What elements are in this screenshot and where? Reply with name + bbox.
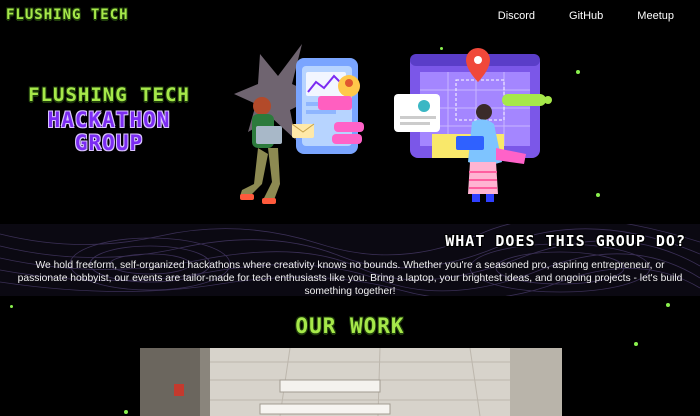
work-heading: OUR WORK (295, 314, 405, 338)
nav-link-discord[interactable]: Discord (498, 10, 535, 22)
location-pin-illustration (394, 48, 552, 202)
decor-dot (634, 342, 638, 346)
hero-title-line1: FLUSHING TECH (28, 84, 190, 106)
top-nav: Discord GitHub Meetup (498, 10, 674, 22)
about-body: We hold freeform, self-organized hackath… (17, 260, 683, 297)
room-ceiling-photo (140, 348, 562, 416)
decor-dot (10, 305, 13, 308)
hero-title-line3: GROUP (74, 131, 144, 156)
nav-link-meetup[interactable]: Meetup (637, 10, 674, 22)
decor-dot (666, 303, 670, 307)
hero-title: FLUSHING TECH HACKATHON GROUP (18, 86, 200, 155)
decor-dot (596, 193, 600, 197)
hero-title-line2: HACKATHON (47, 108, 171, 132)
decor-dot (440, 47, 443, 50)
site-logo[interactable]: FLUSHING TECH (6, 7, 129, 23)
nav-link-github[interactable]: GitHub (569, 10, 603, 22)
decor-dot (576, 70, 580, 74)
about-heading: WHAT DOES THIS GROUP DO? (445, 232, 686, 250)
work-photo (140, 348, 562, 416)
person-with-laptop-illustration (234, 44, 364, 204)
decor-dot (124, 410, 128, 414)
